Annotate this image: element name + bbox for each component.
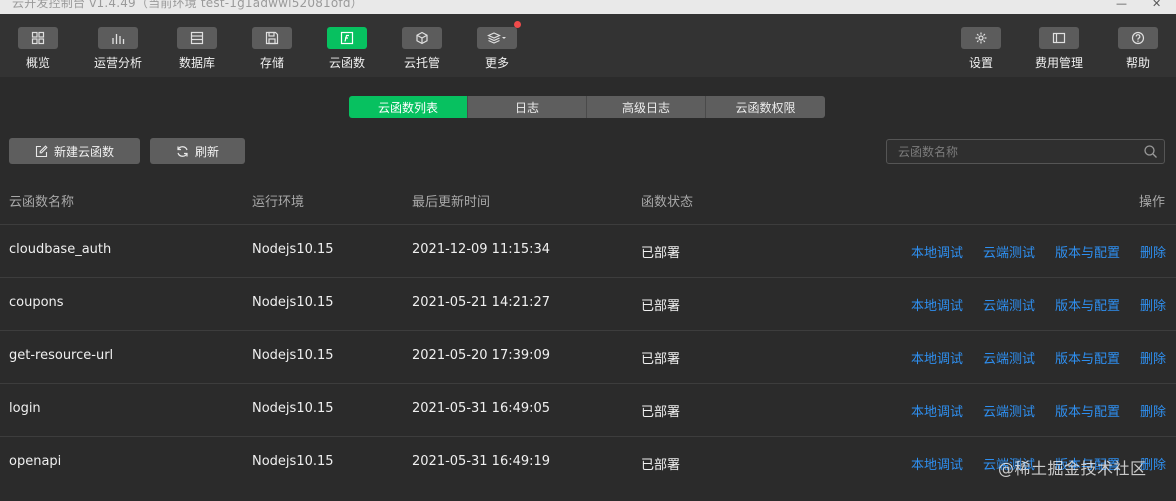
- tab-permissions[interactable]: 云函数权限: [706, 96, 825, 118]
- runtime: Nodejs10.15: [252, 242, 334, 257]
- header-name: 云函数名称: [9, 195, 75, 210]
- toolbar-more[interactable]: 更多: [462, 21, 532, 75]
- toolbar-settings[interactable]: 设置: [946, 27, 1016, 75]
- header-runtime: 运行环境: [252, 195, 305, 210]
- header-status: 函数状态: [641, 195, 694, 210]
- version-config-link[interactable]: 版本与配置: [1055, 348, 1120, 367]
- toolbar-label: 费用管理: [1034, 56, 1083, 70]
- search-input[interactable]: [887, 140, 1137, 163]
- toolbar-label: 云函数: [328, 56, 365, 70]
- runtime: Nodejs10.15: [252, 454, 334, 469]
- toolbar-label: 数据库: [178, 56, 215, 70]
- updated-time: 2021-05-20 17:39:09: [412, 348, 551, 363]
- toolbar-label: 更多: [484, 56, 509, 70]
- function-tabs: 云函数列表 日志 高级日志 云函数权限: [349, 96, 825, 118]
- table-row: coupons Nodejs10.15 2021-05-21 14:21:27 已部署…: [0, 277, 1176, 330]
- status: 已部署: [641, 405, 681, 420]
- refresh-button[interactable]: 刷新: [150, 138, 245, 164]
- toolbar-label: 帮助: [1125, 56, 1150, 70]
- cloud-test-link[interactable]: 云端测试: [983, 242, 1035, 261]
- delete-link[interactable]: 删除: [1140, 242, 1166, 261]
- toolbar-storage[interactable]: 存储: [237, 27, 307, 75]
- local-debug-link[interactable]: 本地调试: [911, 454, 963, 473]
- function-icon: [327, 27, 367, 49]
- database-icon: [177, 27, 217, 49]
- table-row: get-resource-url Nodejs10.15 2021-05-20 17…: [0, 330, 1176, 383]
- toolbar-label: 设置: [968, 56, 993, 70]
- header-actions: 操作: [1139, 195, 1166, 210]
- status: 已部署: [641, 352, 681, 367]
- header-updated: 最后更新时间: [412, 195, 491, 210]
- runtime: Nodejs10.15: [252, 348, 334, 363]
- toolbar-label: 概览: [25, 56, 50, 70]
- toolbar-overview[interactable]: 概览: [3, 27, 73, 75]
- tab-function-list[interactable]: 云函数列表: [349, 96, 468, 118]
- local-debug-link[interactable]: 本地调试: [911, 348, 963, 367]
- toolbar-analytics[interactable]: 运营分析: [83, 27, 153, 75]
- notification-badge: [514, 21, 521, 28]
- help-icon: [1118, 27, 1158, 49]
- card-icon: [1039, 27, 1079, 49]
- table-row: login Nodejs10.15 2021-05-31 16:49:05 已部署 本地…: [0, 383, 1176, 436]
- refresh-icon: [177, 145, 188, 157]
- version-config-link[interactable]: 版本与配置: [1055, 401, 1120, 420]
- tab-logs[interactable]: 日志: [468, 96, 587, 118]
- search-icon[interactable]: [1143, 144, 1158, 159]
- toolbar-label: 存储: [259, 56, 284, 70]
- toolbar-label: 云托管: [403, 56, 440, 70]
- cloud-test-link[interactable]: 云端测试: [983, 295, 1035, 314]
- local-debug-link[interactable]: 本地调试: [911, 242, 963, 261]
- table-header: 云函数名称 运行环境 最后更新时间 函数状态 操作: [0, 187, 1176, 223]
- toolbar-help[interactable]: 帮助: [1103, 27, 1173, 75]
- close-button[interactable]: ✕: [1152, 0, 1161, 10]
- watermark: @稀土掘金技术社区: [998, 459, 1147, 478]
- version-config-link[interactable]: 版本与配置: [1055, 242, 1120, 261]
- local-debug-link[interactable]: 本地调试: [911, 295, 963, 314]
- grid-icon: [18, 27, 58, 49]
- toolbar-label: 运营分析: [93, 56, 142, 70]
- function-name: openapi: [9, 454, 62, 469]
- function-name: get-resource-url: [9, 348, 114, 363]
- toolbar-cloud-functions[interactable]: 云函数: [312, 27, 382, 75]
- toolbar-database[interactable]: 数据库: [162, 27, 232, 75]
- delete-link[interactable]: 删除: [1140, 348, 1166, 367]
- layers-dropdown-icon: [477, 21, 521, 49]
- refresh-label: 刷新: [194, 144, 219, 159]
- function-name: coupons: [9, 295, 64, 310]
- runtime: Nodejs10.15: [252, 295, 334, 310]
- table-row: cloudbase_auth Nodejs10.15 2021-12-09 11:1…: [0, 224, 1176, 277]
- cube-icon: [402, 27, 442, 49]
- status: 已部署: [641, 458, 681, 473]
- search-box: [886, 139, 1165, 164]
- updated-time: 2021-12-09 11:15:34: [412, 242, 551, 257]
- tab-advanced-logs[interactable]: 高级日志: [587, 96, 706, 118]
- edit-icon: [35, 144, 48, 157]
- minimize-button[interactable]: —: [1116, 0, 1127, 10]
- gear-icon: [961, 27, 1001, 49]
- cloud-test-link[interactable]: 云端测试: [983, 401, 1035, 420]
- updated-time: 2021-05-31 16:49:19: [412, 454, 551, 469]
- new-function-label: 新建云函数: [53, 144, 114, 159]
- main-toolbar: 概览 运营分析 数据库 存储 云函数 云托管 更多 设置 费用管理 帮助: [0, 14, 1176, 77]
- function-name: login: [9, 401, 41, 416]
- status: 已部署: [641, 299, 681, 314]
- storage-icon: [252, 27, 292, 49]
- bar-chart-icon: [98, 27, 138, 49]
- function-name: cloudbase_auth: [9, 242, 112, 257]
- status: 已部署: [641, 246, 681, 261]
- delete-link[interactable]: 删除: [1140, 401, 1166, 420]
- updated-time: 2021-05-31 16:49:05: [412, 401, 551, 416]
- new-function-button[interactable]: 新建云函数: [9, 138, 140, 164]
- toolbar-billing[interactable]: 费用管理: [1024, 27, 1094, 75]
- local-debug-link[interactable]: 本地调试: [911, 401, 963, 420]
- window-title: 云开发控制台 v1.4.49（当前环境 test-1g1adwwl52081of…: [12, 0, 363, 10]
- runtime: Nodejs10.15: [252, 401, 334, 416]
- cloud-test-link[interactable]: 云端测试: [983, 348, 1035, 367]
- delete-link[interactable]: 删除: [1140, 295, 1166, 314]
- updated-time: 2021-05-21 14:21:27: [412, 295, 551, 310]
- version-config-link[interactable]: 版本与配置: [1055, 295, 1120, 314]
- toolbar-cloud-hosting[interactable]: 云托管: [387, 27, 457, 75]
- window-titlebar: 云开发控制台 v1.4.49（当前环境 test-1g1adwwl52081of…: [0, 0, 1176, 14]
